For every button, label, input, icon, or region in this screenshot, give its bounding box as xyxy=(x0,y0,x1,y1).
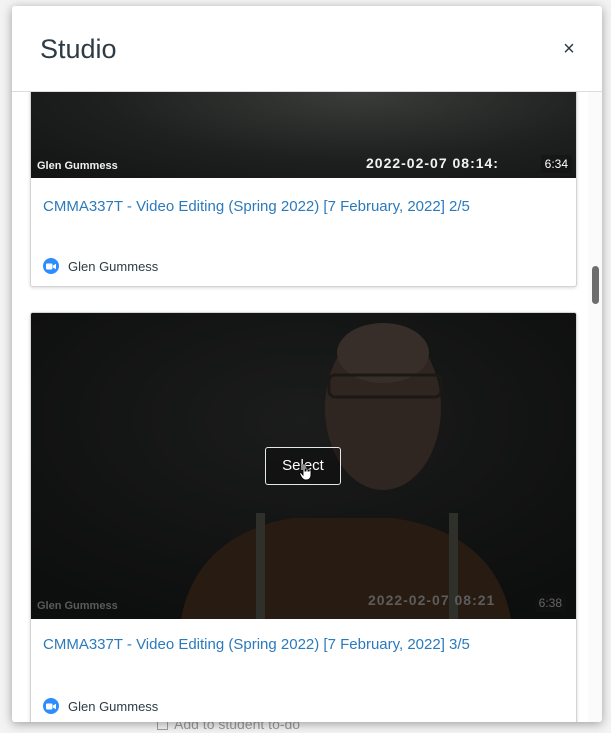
thumbnail-date-overlay: 2022-02-07 08:14: xyxy=(366,155,499,171)
studio-modal: Studio × Glen Gummess 2022-02-07 08:14: … xyxy=(12,6,602,722)
thumbnail-name-overlay: Glen Gummess xyxy=(37,600,118,612)
hand-cursor-icon xyxy=(299,463,312,481)
video-thumbnail[interactable]: Glen Gummess 2022-02-07 08:14: 6:34 xyxy=(31,92,576,178)
scrollbar-track[interactable] xyxy=(588,92,602,722)
video-card[interactable]: Glen Gummess 2022-02-07 08:14: 6:34 CMMA… xyxy=(30,92,577,287)
video-duration: 6:34 xyxy=(540,155,572,173)
video-duration: 6:38 xyxy=(534,594,566,612)
video-title-link[interactable]: CMMA337T - Video Editing (Spring 2022) [… xyxy=(43,636,470,653)
close-button[interactable]: × xyxy=(558,38,580,60)
video-thumbnail[interactable]: Glen Gummess 2022-02-07 08:21 6:38 Selec… xyxy=(31,313,576,619)
zoom-icon xyxy=(43,698,59,714)
author-name: Glen Gummess xyxy=(68,258,159,274)
thumbnail-name-overlay: Glen Gummess xyxy=(37,160,118,172)
scrollbar-thumb[interactable] xyxy=(592,266,599,304)
video-title-link[interactable]: CMMA337T - Video Editing (Spring 2022) [… xyxy=(43,198,470,215)
video-author: Glen Gummess xyxy=(43,698,158,714)
modal-title: Studio xyxy=(40,34,117,64)
author-name: Glen Gummess xyxy=(68,698,159,714)
video-author: Glen Gummess xyxy=(43,258,158,274)
video-list[interactable]: Glen Gummess 2022-02-07 08:14: 6:34 CMMA… xyxy=(12,92,602,722)
zoom-icon xyxy=(43,258,59,274)
video-card[interactable]: Glen Gummess 2022-02-07 08:21 6:38 Selec… xyxy=(30,312,577,722)
thumbnail-date-overlay: 2022-02-07 08:21 xyxy=(368,592,496,608)
modal-header: Studio × xyxy=(12,6,602,92)
